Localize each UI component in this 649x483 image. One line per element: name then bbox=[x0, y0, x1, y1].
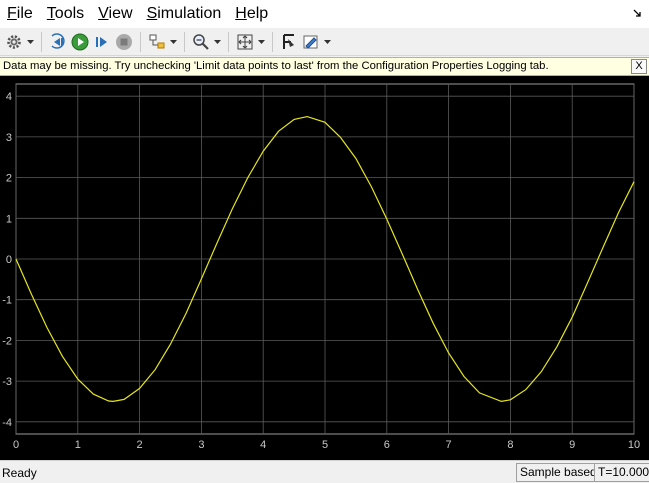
y-tick-label: 2 bbox=[6, 173, 12, 185]
chevron-down-icon bbox=[214, 39, 221, 44]
step-back-button[interactable] bbox=[47, 31, 69, 53]
y-tick-label: 1 bbox=[6, 213, 12, 225]
toolbar-separator bbox=[41, 31, 42, 52]
menu-view[interactable]: View bbox=[91, 0, 139, 28]
y-tick-label: 3 bbox=[6, 132, 12, 144]
style-button[interactable] bbox=[300, 31, 322, 53]
y-tick-label: 0 bbox=[6, 254, 12, 266]
x-tick-label: 1 bbox=[75, 439, 81, 451]
style-icon bbox=[303, 35, 318, 49]
stop-button[interactable] bbox=[113, 31, 135, 53]
y-tick-label: -2 bbox=[2, 335, 12, 347]
stop-icon bbox=[116, 33, 132, 50]
x-tick-label: 10 bbox=[628, 439, 640, 451]
info-close-button[interactable]: X bbox=[631, 59, 647, 74]
y-tick-label: -4 bbox=[2, 417, 12, 429]
menu-simulation[interactable]: Simulation bbox=[140, 0, 229, 28]
scope-plot[interactable]: 0 1 2 3 4 5 6 7 8 9 10 4 3 2 1 0 -1 -2 -3 -4 bbox=[0, 76, 649, 460]
chevron-down-icon bbox=[27, 39, 34, 44]
toolbar-separator bbox=[184, 31, 185, 52]
info-bar: Data may be missing. Try unchecking 'Lim… bbox=[0, 57, 649, 76]
settings-dropdown[interactable] bbox=[25, 31, 36, 53]
chevron-down-icon bbox=[324, 39, 331, 44]
x-tick-label: 4 bbox=[260, 439, 266, 451]
x-tick-label: 5 bbox=[322, 439, 328, 451]
menu-file-mnemonic: F bbox=[7, 5, 17, 22]
highlight-block-icon bbox=[149, 34, 165, 48]
x-tick-label: 2 bbox=[137, 439, 143, 451]
step-forward-button[interactable] bbox=[91, 31, 113, 53]
settings-button[interactable] bbox=[3, 31, 25, 53]
style-dropdown[interactable] bbox=[322, 31, 333, 53]
run-button[interactable] bbox=[69, 31, 91, 53]
x-tick-label: 0 bbox=[13, 439, 19, 451]
menu-help-label: elp bbox=[246, 5, 269, 22]
chevron-down-icon bbox=[170, 39, 177, 44]
fit-to-view-icon bbox=[237, 34, 253, 49]
toolbar-separator bbox=[140, 31, 141, 52]
toolbar bbox=[0, 28, 649, 56]
highlight-dropdown[interactable] bbox=[168, 31, 179, 53]
step-back-icon bbox=[51, 32, 65, 49]
menu-simulation-label: imulation bbox=[157, 5, 222, 22]
menu-tools[interactable]: Tools bbox=[40, 0, 91, 28]
x-tick-label: 7 bbox=[446, 439, 452, 451]
step-forward-icon bbox=[96, 36, 107, 47]
zoom-icon bbox=[193, 33, 209, 50]
sample-mode-label: Sample based bbox=[516, 463, 601, 482]
scope-plot-svg[interactable]: 0 1 2 3 4 5 6 7 8 9 1043210-1-2-3-4 bbox=[0, 76, 649, 460]
x-tick-label: 9 bbox=[569, 439, 575, 451]
x-tick-label: 8 bbox=[507, 439, 513, 451]
cursor-measurements-icon bbox=[283, 33, 294, 49]
cursor-measurements-button[interactable] bbox=[278, 31, 300, 53]
run-icon bbox=[71, 33, 89, 50]
sim-time-label: T=10.000 bbox=[594, 463, 649, 482]
chevron-down-icon bbox=[258, 39, 265, 44]
settings-icon bbox=[7, 34, 21, 49]
menu-help[interactable]: Help bbox=[228, 0, 275, 28]
menu-help-mnemonic: H bbox=[235, 5, 247, 22]
info-message: Data may be missing. Try unchecking 'Lim… bbox=[3, 60, 549, 72]
y-tick-label: -3 bbox=[2, 376, 12, 388]
fit-to-view-button[interactable] bbox=[234, 31, 256, 53]
menu-file-label: ile bbox=[16, 5, 33, 22]
x-tick-label: 6 bbox=[384, 439, 390, 451]
status-text: Ready bbox=[2, 466, 37, 480]
highlight-block-button[interactable] bbox=[146, 31, 168, 53]
menu-simulation-mnemonic: S bbox=[146, 5, 158, 22]
menu-view-label: iew bbox=[108, 5, 133, 22]
toolbar-separator bbox=[228, 31, 229, 52]
undock-icon[interactable] bbox=[633, 8, 643, 20]
y-tick-label: 4 bbox=[6, 91, 12, 103]
y-tick-label: -1 bbox=[2, 295, 12, 307]
zoom-button[interactable] bbox=[190, 31, 212, 53]
menu-tools-label: ools bbox=[54, 5, 85, 22]
menu-file[interactable]: File bbox=[0, 0, 40, 28]
status-bar: Ready Sample based T=10.000 bbox=[0, 460, 649, 483]
menu-tools-mnemonic: T bbox=[46, 5, 55, 22]
fit-dropdown[interactable] bbox=[256, 31, 267, 53]
x-tick-label: 3 bbox=[198, 439, 204, 451]
zoom-dropdown[interactable] bbox=[212, 31, 223, 53]
menu-bar: File Tools View Simulation Help bbox=[0, 0, 649, 28]
menu-view-mnemonic: V bbox=[98, 5, 109, 22]
toolbar-separator bbox=[272, 31, 273, 52]
